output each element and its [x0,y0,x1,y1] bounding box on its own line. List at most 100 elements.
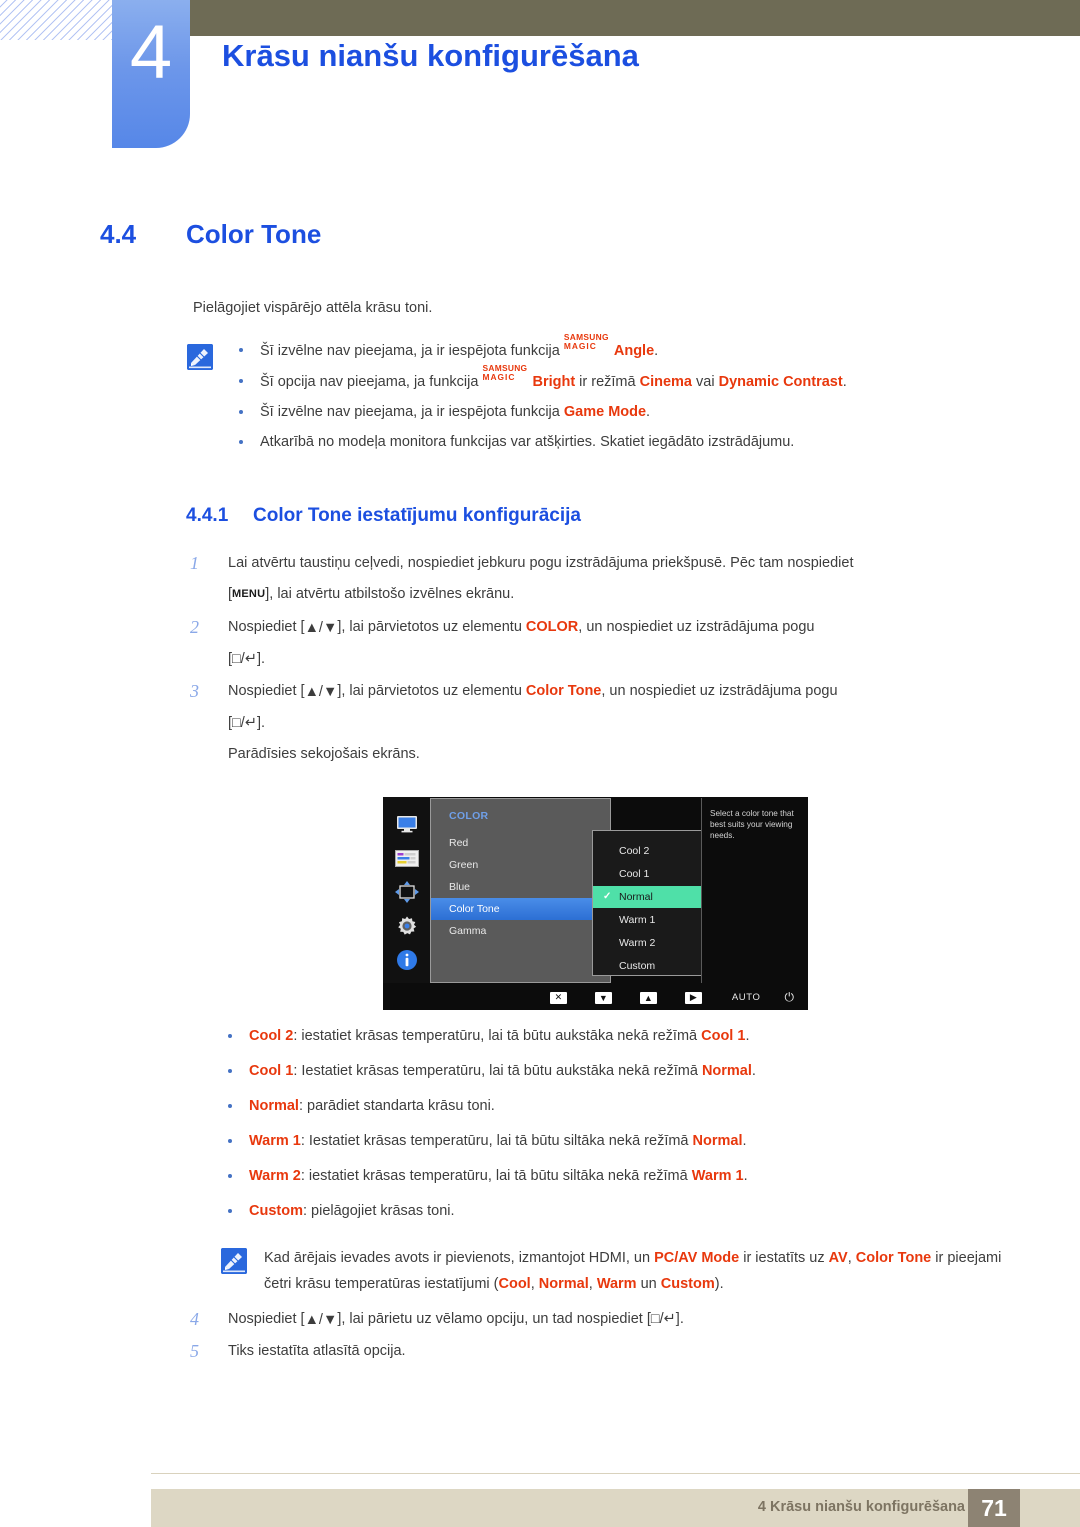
bn-h: ). [714,1276,724,1292]
step-2-c: , un nospiediet uz izstrādājuma pogu [578,619,815,635]
page-title: Color Tone [186,219,322,249]
step-5-number: 5 [190,1341,199,1361]
subsection-title: Color Tone iestatījumu konfigurācija [253,505,581,526]
section-intro-text: Pielāgojiet vispārējo attēla krāsu toni. [193,300,433,316]
step-5-body: Tiks iestatīta atlasītā opcija. [228,1343,406,1359]
chapter-title: Krāsu nianšu konfigurēšana [222,38,639,73]
option-desc-post: . [742,1133,747,1149]
section-number: 4.4 [100,219,137,249]
step-2-a: Nospiediet [ [228,619,305,635]
osd-main-panel: COLOR Red Green Blue Color Tone Gamma [430,798,617,983]
osd-close-button[interactable]: ✕ [549,991,567,1004]
note-bullet-3: Šī izvēlne nav pieejama, ja ir iespējota… [226,403,986,422]
gear-icon[interactable] [393,915,421,937]
note-bullet-2: Šī opcija nav pieejama, ja funkcija SAMS… [226,363,986,392]
step-2-red: COLOR [525,619,579,635]
option-ref: Warm 1 [691,1168,744,1184]
osd-button-bar: ✕ ▼ ▲ ▶ AUTO ⏻ [383,985,808,1010]
osd-auto-label[interactable]: AUTO [732,992,761,1003]
picture-sliders-icon[interactable] [393,847,421,869]
option-ref: Normal [692,1133,743,1149]
bn-f: , [588,1276,597,1292]
osd-menu-item-gamma[interactable]: Gamma [431,920,610,942]
option-name: Custom [249,1203,303,1219]
osd-enter-button[interactable]: ▶ [684,991,702,1004]
note-2-post: . [842,374,847,390]
note-3-post: . [646,404,651,420]
note-bullet-4: Atkarībā no modeļa monitora funkcijas va… [226,433,986,452]
step-3-a: Nospiediet [ [228,683,305,699]
up-down-arrows-glyph: ▲/▼ [304,1312,338,1328]
bn-r1: PC/AV Mode [654,1250,740,1266]
option-desc: : iestatiet krāsas temperatūru, lai tā b… [300,1168,692,1184]
step-4-body: Nospiediet [▲/▼], lai pārietu uz vēlamo … [228,1308,1000,1331]
bn-b: ir iestatīts uz [739,1250,829,1266]
osd-menu-list: Red Green Blue Color Tone Gamma [431,832,617,942]
power-icon[interactable]: ⏻ [785,990,795,1005]
note-2-mid1: ir režīmā [575,374,640,390]
up-down-arrows-glyph: ▲/▼ [304,684,338,700]
option-bullet-cool-2: Cool 2: iestatiet krāsas temperatūru, la… [215,1027,1005,1046]
step-1-body: Lai atvērtu taustiņu ceļvedi, nospiediet… [228,548,1000,610]
note-4-text: Atkarībā no modeļa monitora funkcijas va… [260,434,795,450]
note-3-red: Game Mode [563,404,647,420]
up-down-arrows-glyph: ▲/▼ [304,620,338,636]
option-desc: : pielāgojiet krāsas toni. [302,1203,455,1219]
header-olive-bar [188,0,1080,36]
monitor-icon[interactable] [393,813,421,835]
step-2-b: ], lai pārvietotos uz elementu [337,619,526,635]
bn-e: , [530,1276,539,1292]
step-3-number: 3 [190,681,199,701]
note-2-red3: Dynamic Contrast [718,374,843,390]
osd-help-panel: Select a color tone that best suits your… [701,798,807,983]
option-bullet-cool-1: Cool 1: Iestatiet krāsas temperatūru, la… [215,1062,1005,1081]
info-icon[interactable] [393,949,421,971]
note-1-post: . [654,343,659,359]
note-pen-icon [187,344,213,370]
option-desc-post: . [743,1168,748,1184]
bn-c: , [847,1250,856,1266]
samsung-magic-logo: SAMSUNG MAGIC [482,363,528,382]
osd-up-button[interactable]: ▲ [639,991,657,1004]
option-name: Cool 1 [249,1063,294,1079]
bn-r6: Warm [596,1276,637,1292]
bn-a: Kad ārējais ievades avots ir pievienots,… [264,1250,655,1266]
osd-category-label: COLOR [449,810,489,822]
osd-down-button[interactable]: ▼ [594,991,612,1004]
step-4: 4 Nospiediet [▲/▼], lai pārietu uz vēlam… [190,1308,1000,1331]
color-tone-options-list: Cool 2: iestatiet krāsas temperatūru, la… [215,1027,1005,1221]
enter-key-glyph: [□/↵]. [228,651,266,667]
osd-menu-item-red[interactable]: Red [431,832,610,854]
option-desc-post: . [745,1028,750,1044]
step-3-c: , un nospiediet uz izstrādājuma pogu [601,683,838,699]
option-bullet-warm-2: Warm 2: iestatiet krāsas temperatūru, la… [215,1167,1005,1186]
enter-key-glyph: [□/↵]. [228,715,266,731]
bn-r2: AV [828,1250,848,1266]
osd-menu-item-green[interactable]: Green [431,854,610,876]
notes-bullet-list: Šī izvēlne nav pieejama, ja ir iespējota… [226,333,986,452]
page-number: 71 [968,1489,1020,1527]
step-3-body: Nospiediet [▲/▼], lai pārvietotos uz ele… [228,676,1000,770]
note-1-pre: Šī izvēlne nav pieejama, ja ir iespējota… [260,343,564,359]
chapter-badge: 4 [112,0,190,148]
option-desc: : parādiet standarta krāsu toni. [298,1098,495,1114]
option-ref: Normal [701,1063,752,1079]
osd-menu-item-color-tone[interactable]: Color Tone [431,898,617,920]
option-bullet-custom: Custom: pielāgojiet krāsas toni. [215,1202,1005,1221]
footer-chapter-text: 4 Krāsu nianšu konfigurēšana [757,1499,965,1515]
step-2-number: 2 [190,617,199,637]
option-desc-post: . [751,1063,756,1079]
osd-menu-item-blue[interactable]: Blue [431,876,610,898]
option-desc: : Iestatiet krāsas temperatūru, lai tā b… [293,1063,702,1079]
position-arrows-icon[interactable] [393,881,421,903]
bn-r5: Normal [538,1276,589,1292]
bn-r4: Cool [498,1276,531,1292]
option-ref: Cool 1 [701,1028,746,1044]
note-2-pre: Šī opcija nav pieejama, ja funkcija [260,374,483,390]
step-1-line2-post: ], lai atvērtu atbilstošo izvēlnes ekrān… [265,586,515,602]
bottom-note-text: Kad ārējais ievades avots ir pievienots,… [264,1245,1004,1297]
step-3-line3: Parādīsies sekojošais ekrāns. [228,746,420,762]
osd-sidebar [383,797,430,983]
note-2-red1: Bright [532,374,576,390]
note-2-red2: Cinema [639,374,692,390]
